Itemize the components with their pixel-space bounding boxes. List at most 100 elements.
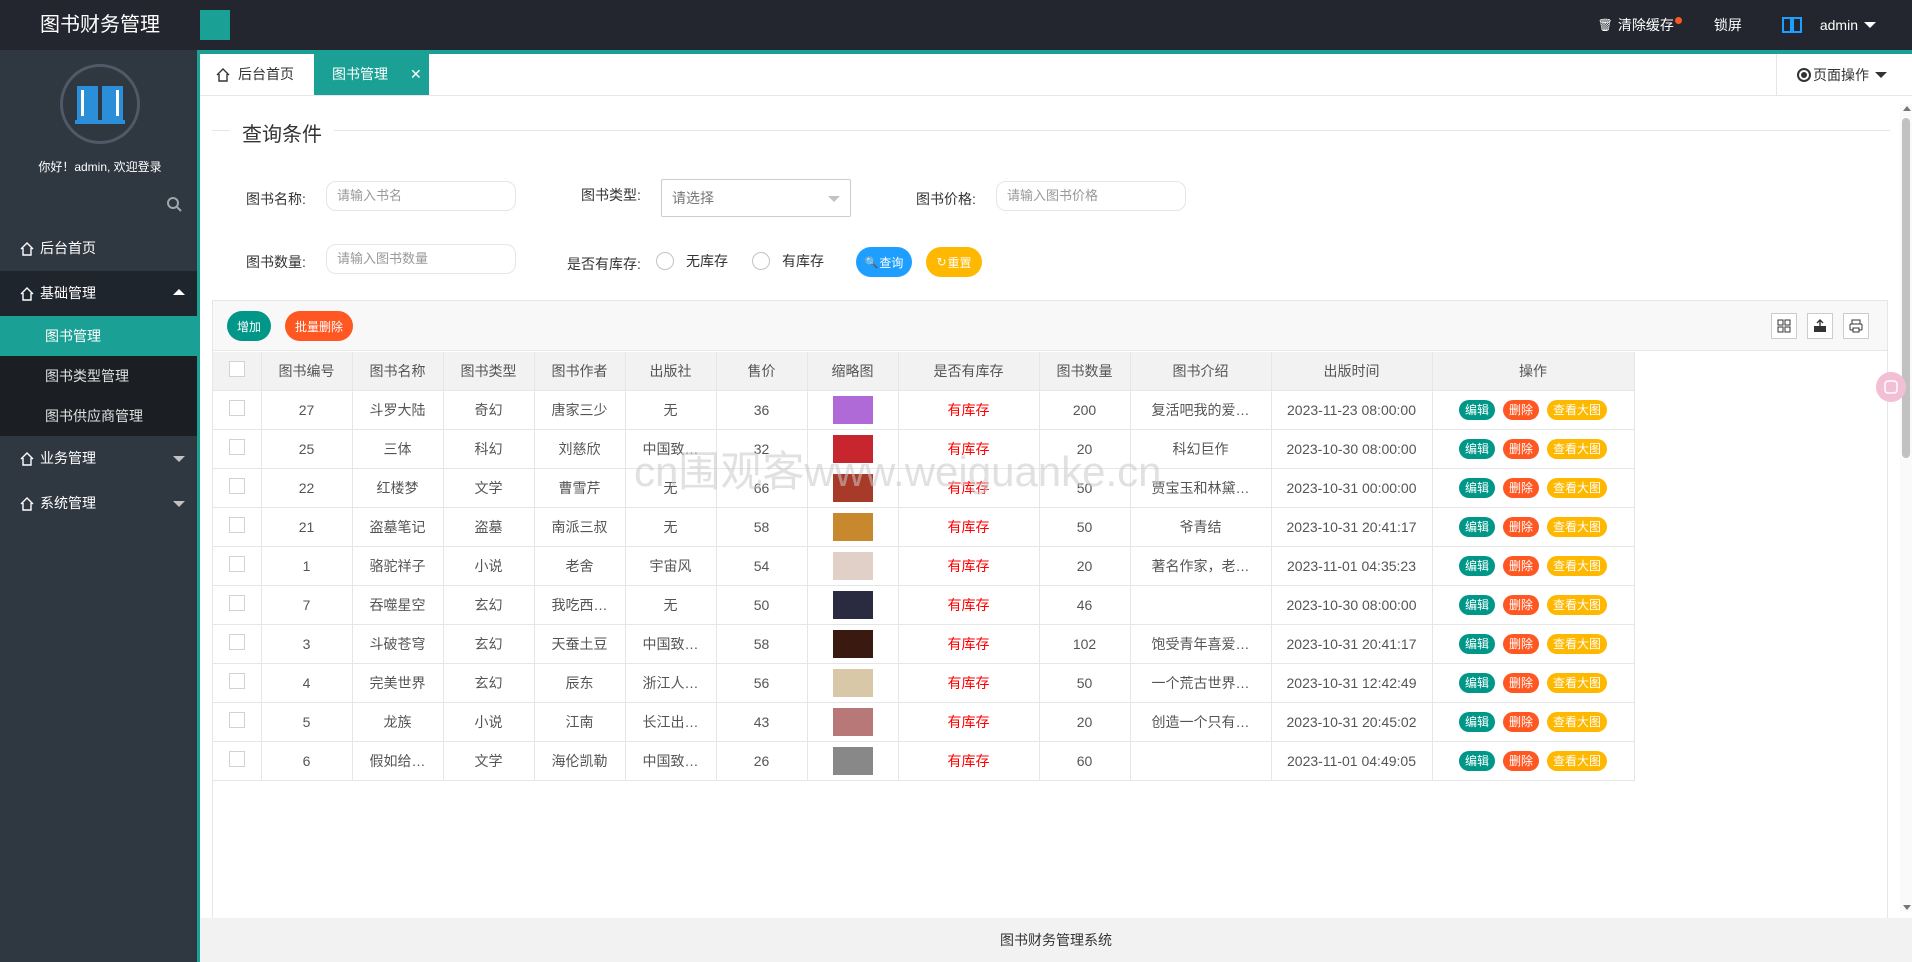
delete-button[interactable]: 删除 [1502,477,1539,498]
lock-screen-button[interactable]: 锁屏 [1694,0,1762,50]
edit-button[interactable]: 编辑 [1458,711,1495,732]
edit-button[interactable]: 编辑 [1458,555,1495,576]
row-checkbox[interactable] [228,634,245,650]
page-operations-menu[interactable]: 页面操作 [1776,54,1912,95]
book-thumbnail[interactable] [832,668,873,697]
edit-button[interactable]: 编辑 [1458,672,1495,693]
sidebar-item-home[interactable]: 后台首页 [0,226,197,271]
sidebar-subitem-books[interactable]: 图书管理 [0,316,197,356]
delete-button[interactable]: 删除 [1502,672,1539,693]
delete-button[interactable]: 删除 [1502,555,1539,576]
cell-date: 2023-10-31 12:42:49 [1271,663,1433,703]
scrollbar-thumb[interactable] [1902,118,1910,458]
view-image-button[interactable]: 查看大图 [1547,555,1608,576]
cell-qty: 200 [1039,390,1131,430]
delete-button[interactable]: 删除 [1502,633,1539,654]
delete-button[interactable]: 删除 [1502,750,1539,771]
sidebar-toggle-button[interactable] [200,10,230,40]
book-thumbnail[interactable] [832,434,873,463]
cell-price: 32 [716,429,808,469]
view-image-button[interactable]: 查看大图 [1547,477,1608,498]
search-button[interactable]: 🔍 查询 [856,247,912,277]
table-header-row: 图书编号 图书名称 图书类型 图书作者 出版社 售价 缩略图 是否有库存 图书数… [213,352,1635,391]
tab-books[interactable]: 图书管理 ✕ [314,54,429,95]
cell-date: 2023-11-23 08:00:00 [1271,390,1433,430]
tab-home[interactable]: 后台首页 [200,54,314,95]
view-image-button[interactable]: 查看大图 [1547,750,1608,771]
scroll-up-icon[interactable] [1903,106,1911,111]
book-thumbnail[interactable] [832,473,873,502]
row-checkbox[interactable] [228,712,245,728]
close-icon[interactable]: ✕ [410,54,422,95]
sidebar-item-label: 基础管理 [40,285,96,301]
book-thumbnail[interactable] [832,512,873,541]
book-name-input[interactable]: 请输入书名 [326,181,516,211]
delete-button[interactable]: 删除 [1502,399,1539,420]
col-header: 缩略图 [807,352,899,391]
radio-has-stock[interactable]: 有库存 [752,251,824,271]
translate-badge-icon[interactable] [1876,372,1906,402]
book-qty-input[interactable]: 请输入图书数量 [326,244,516,274]
cell-press: 中国致… [625,429,717,469]
search-icon[interactable] [166,196,182,215]
row-checkbox[interactable] [228,517,245,533]
row-checkbox[interactable] [228,595,245,611]
sidebar-item-basic[interactable]: 基础管理 [0,271,197,316]
cell-date: 2023-10-31 20:41:17 [1271,507,1433,547]
book-thumbnail[interactable] [832,746,873,775]
sidebar-item-system[interactable]: 系统管理 [0,481,197,526]
edit-button[interactable]: 编辑 [1458,516,1495,537]
cell-id: 21 [261,507,353,547]
batch-delete-button[interactable]: 批量删除 [285,311,353,341]
cell-press: 无 [625,585,717,625]
add-button[interactable]: 增加 [227,311,271,341]
print-icon[interactable] [1843,313,1869,339]
cell-intro: 复活吧我的爱… [1130,390,1272,430]
delete-button[interactable]: 删除 [1502,711,1539,732]
row-checkbox[interactable] [228,478,245,494]
sidebar-item-business[interactable]: 业务管理 [0,436,197,481]
book-thumbnail[interactable] [832,551,873,580]
row-checkbox[interactable] [228,673,245,689]
book-thumbnail[interactable] [832,590,873,619]
reset-button[interactable]: ↻ 重置 [926,247,982,277]
edit-button[interactable]: 编辑 [1458,399,1495,420]
edit-button[interactable]: 编辑 [1458,438,1495,459]
table-row: 25 三体 科幻 刘慈欣 中国致… 32 有库存 20 科幻巨作 2023-10-30 08:00… [213,429,1635,469]
user-menu[interactable]: admin [1762,0,1912,50]
home-icon [20,451,34,466]
book-price-input[interactable]: 请输入图书价格 [996,181,1186,211]
edit-button[interactable]: 编辑 [1458,594,1495,615]
radio-no-stock[interactable]: 无库存 [656,251,728,271]
columns-filter-icon[interactable] [1771,313,1797,339]
select-all-checkbox[interactable] [228,361,245,378]
sidebar-subitem-book-types[interactable]: 图书类型管理 [0,356,197,396]
book-type-select[interactable]: 请选择 [661,179,851,217]
row-checkbox[interactable] [228,400,245,416]
scroll-down-icon[interactable] [1903,905,1911,910]
page-scrollbar[interactable] [1900,104,1912,912]
book-thumbnail[interactable] [832,707,873,736]
delete-button[interactable]: 删除 [1502,594,1539,615]
view-image-button[interactable]: 查看大图 [1547,633,1608,654]
edit-button[interactable]: 编辑 [1458,633,1495,654]
view-image-button[interactable]: 查看大图 [1547,438,1608,459]
view-image-button[interactable]: 查看大图 [1547,516,1608,537]
sidebar-subitem-suppliers[interactable]: 图书供应商管理 [0,396,197,436]
delete-button[interactable]: 删除 [1502,516,1539,537]
export-icon[interactable] [1807,313,1833,339]
cell-press: 中国致… [625,741,717,781]
view-image-button[interactable]: 查看大图 [1547,672,1608,693]
book-thumbnail[interactable] [832,395,873,424]
row-checkbox[interactable] [228,439,245,455]
row-checkbox[interactable] [228,556,245,572]
view-image-button[interactable]: 查看大图 [1547,594,1608,615]
edit-button[interactable]: 编辑 [1458,750,1495,771]
clear-cache-button[interactable]: 🗑 清除缓存 [1578,0,1694,50]
view-image-button[interactable]: 查看大图 [1547,399,1608,420]
delete-button[interactable]: 删除 [1502,438,1539,459]
view-image-button[interactable]: 查看大图 [1547,711,1608,732]
edit-button[interactable]: 编辑 [1458,477,1495,498]
row-checkbox[interactable] [228,751,245,767]
book-thumbnail[interactable] [832,629,873,658]
